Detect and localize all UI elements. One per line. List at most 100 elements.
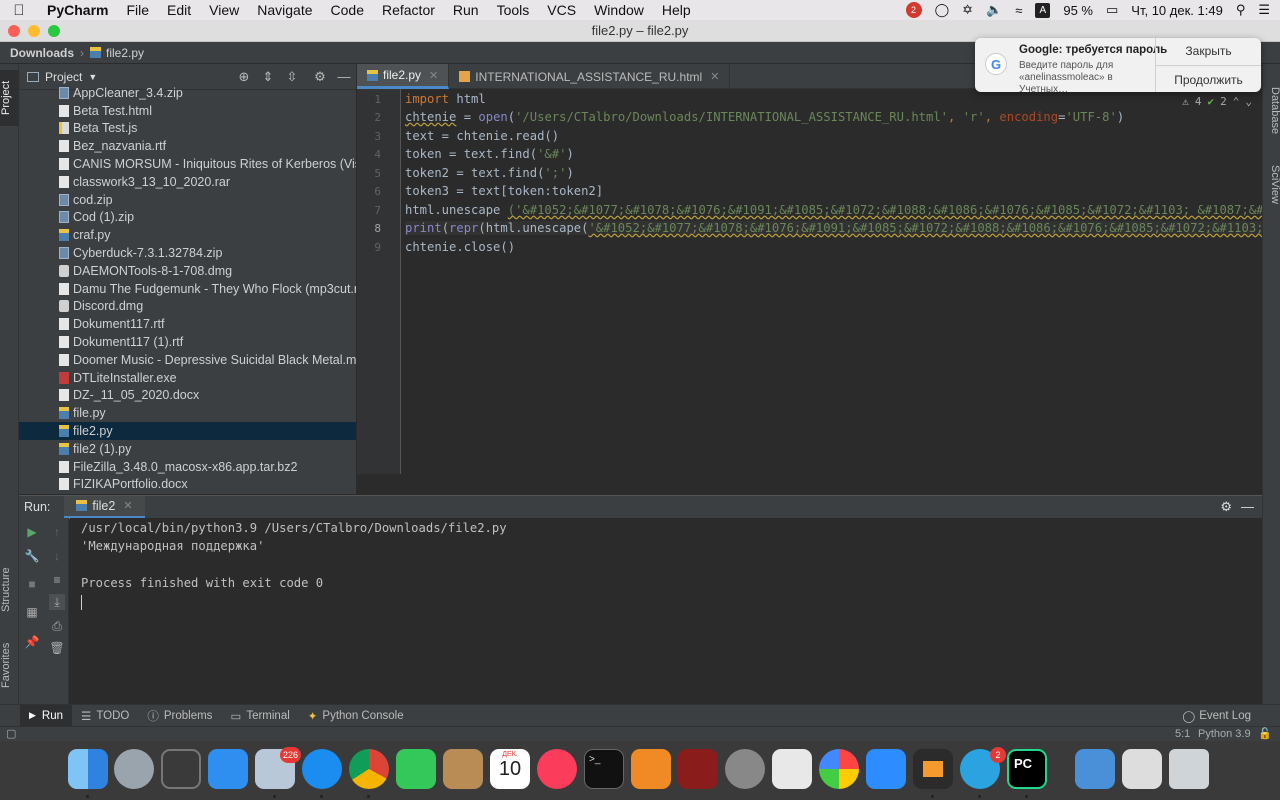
tab-terminal[interactable]: ▭ Terminal <box>221 709 298 723</box>
gear-icon[interactable]: ⚙ <box>313 70 327 84</box>
file-tree-item[interactable]: Bez_nazvania.rtf <box>19 137 356 155</box>
menu-pycharm[interactable]: PyCharm <box>38 2 117 18</box>
facetime-icon[interactable] <box>396 749 436 789</box>
trash-icon[interactable]: 🗑 <box>49 640 65 656</box>
google-password-notification[interactable]: G Google: требуется пароль Введите парол… <box>975 38 1261 95</box>
file-tree-item[interactable]: Damu The Fudgemunk - They Who Flock (mp3… <box>19 280 356 298</box>
spotlight-search-icon[interactable]: ⚲ <box>1236 2 1246 18</box>
battery-percent[interactable]: 95 % <box>1063 3 1093 18</box>
contacts-icon[interactable] <box>443 749 483 789</box>
run-config-tab[interactable]: file2 ✕ <box>64 495 145 519</box>
continue-button[interactable]: Продолжить <box>1156 73 1261 87</box>
tab-todo[interactable]: ☰ TODO <box>72 709 138 723</box>
expand-all-icon[interactable]: ⇕ <box>261 70 275 84</box>
zoom-icon[interactable] <box>866 749 906 789</box>
file-tree-item[interactable]: DAEMONTools-8-1-708.dmg <box>19 262 356 280</box>
menu-help[interactable]: Help <box>653 2 700 18</box>
rerun-icon[interactable]: ▶ <box>24 524 40 540</box>
tool-window-structure[interactable]: Structure <box>0 559 19 621</box>
volume-icon[interactable]: 🔈 <box>986 2 1002 18</box>
finder-icon[interactable] <box>68 749 108 789</box>
menu-navigate[interactable]: Navigate <box>248 2 321 18</box>
file-tree-item[interactable]: craf.py <box>19 226 356 244</box>
tool-window-favorites[interactable]: Favorites <box>0 634 19 696</box>
photos-icon[interactable] <box>819 749 859 789</box>
menu-tools[interactable]: Tools <box>488 2 539 18</box>
notification-badge[interactable]: 2 <box>905 2 922 18</box>
tab-run[interactable]: ▶ Run <box>20 704 73 727</box>
print-icon[interactable]: ⎙ <box>49 618 65 634</box>
file-tree-item[interactable]: DZ-_11_05_2020.docx <box>19 387 356 405</box>
file-tree-item[interactable]: Discord.dmg <box>19 298 356 316</box>
breadcrumb-downloads[interactable]: Downloads <box>10 46 74 60</box>
photo-booth-icon[interactable] <box>161 749 201 789</box>
menu-file[interactable]: File <box>117 2 158 18</box>
wrench-icon[interactable]: 🔧 <box>24 548 40 564</box>
tool-window-project[interactable]: Project <box>0 70 19 126</box>
document-stack-icon[interactable] <box>1122 749 1162 789</box>
calendar-icon[interactable]: ДЕК. 10 <box>490 749 530 789</box>
tool-window-database[interactable]: Database <box>1263 76 1280 146</box>
inspection-widget[interactable]: ⚠ 4 ✔ 2 ⌃ ⌄ <box>1182 95 1252 108</box>
tab-python-console[interactable]: ✦ Python Console <box>299 709 413 723</box>
tool-window-sciview[interactable]: SciView <box>1263 154 1280 214</box>
menu-edit[interactable]: Edit <box>158 2 200 18</box>
file-tree-item[interactable]: Doomer Music - Depressive Suicidal Black… <box>19 351 356 369</box>
file-tree-item[interactable]: file2.py <box>19 422 356 440</box>
safari-icon[interactable] <box>302 749 342 789</box>
close-icon[interactable]: ✕ <box>710 70 719 83</box>
file-tree-item[interactable]: file.py <box>19 404 356 422</box>
console-output[interactable]: /usr/local/bin/python3.9 /Users/CTalbro/… <box>70 518 1262 704</box>
breadcrumb-file[interactable]: file2.py <box>106 46 144 60</box>
apple-menu-icon[interactable]:  <box>0 2 38 19</box>
tab-event-log[interactable]: ◯ Event Log <box>1173 709 1260 723</box>
launchpad-icon[interactable] <box>114 749 154 789</box>
file-tree-item[interactable]: Dokument117.rtf <box>19 315 356 333</box>
file-tree-item[interactable]: Cyberduck-7.3.1.32784.zip <box>19 244 356 262</box>
arrow-up-icon[interactable]: ↑ <box>49 524 65 540</box>
tab-problems[interactable]: ⓘ Problems <box>138 708 221 724</box>
toggle-tool-windows-icon[interactable]: ▢ <box>6 727 16 740</box>
tab-file2[interactable]: file2.py ✕ <box>357 64 450 89</box>
file-tree-item[interactable]: classwork3_13_10_2020.rar <box>19 173 356 191</box>
books-icon[interactable] <box>631 749 671 789</box>
clock[interactable]: Чт, 10 дек. 1:49 <box>1131 3 1223 18</box>
collapse-all-icon[interactable]: ⇳ <box>285 70 299 84</box>
menu-window[interactable]: Window <box>585 2 653 18</box>
file-tree-item[interactable]: Dokument117 (1).rtf <box>19 333 356 351</box>
terminal-app-icon[interactable]: >_ <box>584 749 624 789</box>
file-tree-item[interactable]: DTLiteInstaller.exe <box>19 369 356 387</box>
trash-icon[interactable] <box>1169 749 1209 789</box>
control-center-icon[interactable]: ☰ <box>1258 2 1270 18</box>
file-tree-item[interactable]: file2 (1).py <box>19 440 356 458</box>
photo-app-icon[interactable] <box>678 749 718 789</box>
layout-icon[interactable]: ▦ <box>24 604 40 620</box>
file-tree-item[interactable]: CANIS MORSUM - Iniquitous Rites of Kerbe… <box>19 155 356 173</box>
menu-code[interactable]: Code <box>322 2 373 18</box>
chrome-icon[interactable] <box>349 749 389 789</box>
chevron-down-icon[interactable]: ▼ <box>88 72 97 82</box>
file-tree-item[interactable]: Cod (1).zip <box>19 209 356 227</box>
scroll-to-end-icon[interactable]: ⤓ <box>49 594 65 610</box>
chevron-up-icon[interactable]: ⌃ <box>1233 95 1240 108</box>
menu-run[interactable]: Run <box>444 2 488 18</box>
system-preferences-icon[interactable] <box>725 749 765 789</box>
close-notification-button[interactable]: Закрыть <box>1156 44 1261 58</box>
battery-icon[interactable]: ▭ <box>1106 2 1118 18</box>
file-tree-item[interactable]: Beta Test.js <box>19 120 356 138</box>
menu-vcs[interactable]: VCS <box>538 2 585 18</box>
menu-refactor[interactable]: Refactor <box>373 2 444 18</box>
file-tree-item[interactable]: cod.zip <box>19 191 356 209</box>
file-tree-item[interactable]: AppCleaner_3.4.zip <box>19 84 356 102</box>
gear-icon[interactable]: ⚙ <box>1220 499 1232 515</box>
file-tree-item[interactable]: Beta Test.html <box>19 102 356 120</box>
pin-icon[interactable]: 📌 <box>24 634 40 650</box>
tab-international-assistance[interactable]: INTERNATIONAL_ASSISTANCE_RU.html ✕ <box>449 64 731 89</box>
code-editor[interactable]: ⚠ 4 ✔ 2 ⌃ ⌄ import html chtenie = open('… <box>401 89 1262 474</box>
project-view-selector[interactable]: Project <box>45 70 82 84</box>
close-icon[interactable]: ✕ <box>429 69 438 82</box>
input-source-icon[interactable]: A <box>1035 2 1051 18</box>
menu-view[interactable]: View <box>200 2 248 18</box>
lock-icon[interactable]: 🔓 <box>1258 727 1272 740</box>
close-icon[interactable]: ✕ <box>123 499 132 512</box>
